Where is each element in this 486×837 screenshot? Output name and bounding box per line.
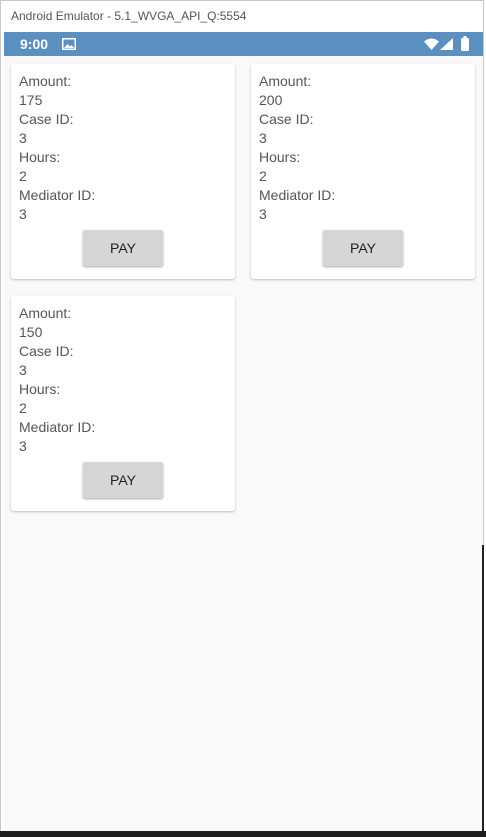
pay-button[interactable]: PAY: [323, 230, 403, 266]
amount-value: 175: [19, 92, 43, 108]
hours-label: Hours:: [19, 381, 61, 397]
app-screen: Amount: 175 Case ID: 3 Hours: 2 Mediator…: [4, 56, 483, 832]
gallery-icon: [62, 38, 76, 50]
window-edge: [0, 831, 486, 837]
mediator-id-value: 3: [19, 206, 27, 222]
battery-icon: [461, 36, 469, 51]
status-time: 9:00: [20, 36, 49, 52]
amount-label: Amount:: [259, 73, 312, 89]
case-id-label: Case ID:: [19, 343, 74, 359]
amount-value: 150: [19, 324, 43, 340]
amount-label: Amount:: [19, 305, 72, 321]
mediator-id-label: Mediator ID:: [19, 419, 96, 435]
mediator-id-label: Mediator ID:: [19, 187, 96, 203]
mediator-id-value: 3: [259, 206, 267, 222]
status-bar: 9:00: [4, 32, 483, 56]
hours-label: Hours:: [259, 149, 301, 165]
window-edge: [482, 545, 484, 835]
pay-button[interactable]: PAY: [83, 230, 163, 266]
case-id-value: 3: [19, 362, 27, 378]
hours-value: 2: [19, 400, 27, 416]
signal-icon: [440, 38, 453, 50]
amount-label: Amount:: [19, 73, 72, 89]
mediator-id-value: 3: [19, 438, 27, 454]
case-id-label: Case ID:: [19, 111, 74, 127]
payment-card: Amount: 200 Case ID: 3 Hours: 2 Mediator…: [251, 64, 475, 279]
emulator-window: Android Emulator - 5.1_WVGA_API_Q:5554 9…: [0, 0, 484, 835]
hours-value: 2: [259, 168, 267, 184]
hours-value: 2: [19, 168, 27, 184]
payment-card: Amount: 150 Case ID: 3 Hours: 2 Mediator…: [11, 296, 235, 511]
mediator-id-label: Mediator ID:: [259, 187, 336, 203]
pay-button[interactable]: PAY: [83, 462, 163, 498]
wifi-icon: [424, 38, 439, 50]
amount-value: 200: [259, 92, 283, 108]
hours-label: Hours:: [19, 149, 61, 165]
window-title: Android Emulator - 5.1_WVGA_API_Q:5554: [1, 1, 483, 32]
case-id-value: 3: [19, 130, 27, 146]
case-id-value: 3: [259, 130, 267, 146]
payment-card: Amount: 175 Case ID: 3 Hours: 2 Mediator…: [11, 64, 235, 279]
case-id-label: Case ID:: [259, 111, 314, 127]
